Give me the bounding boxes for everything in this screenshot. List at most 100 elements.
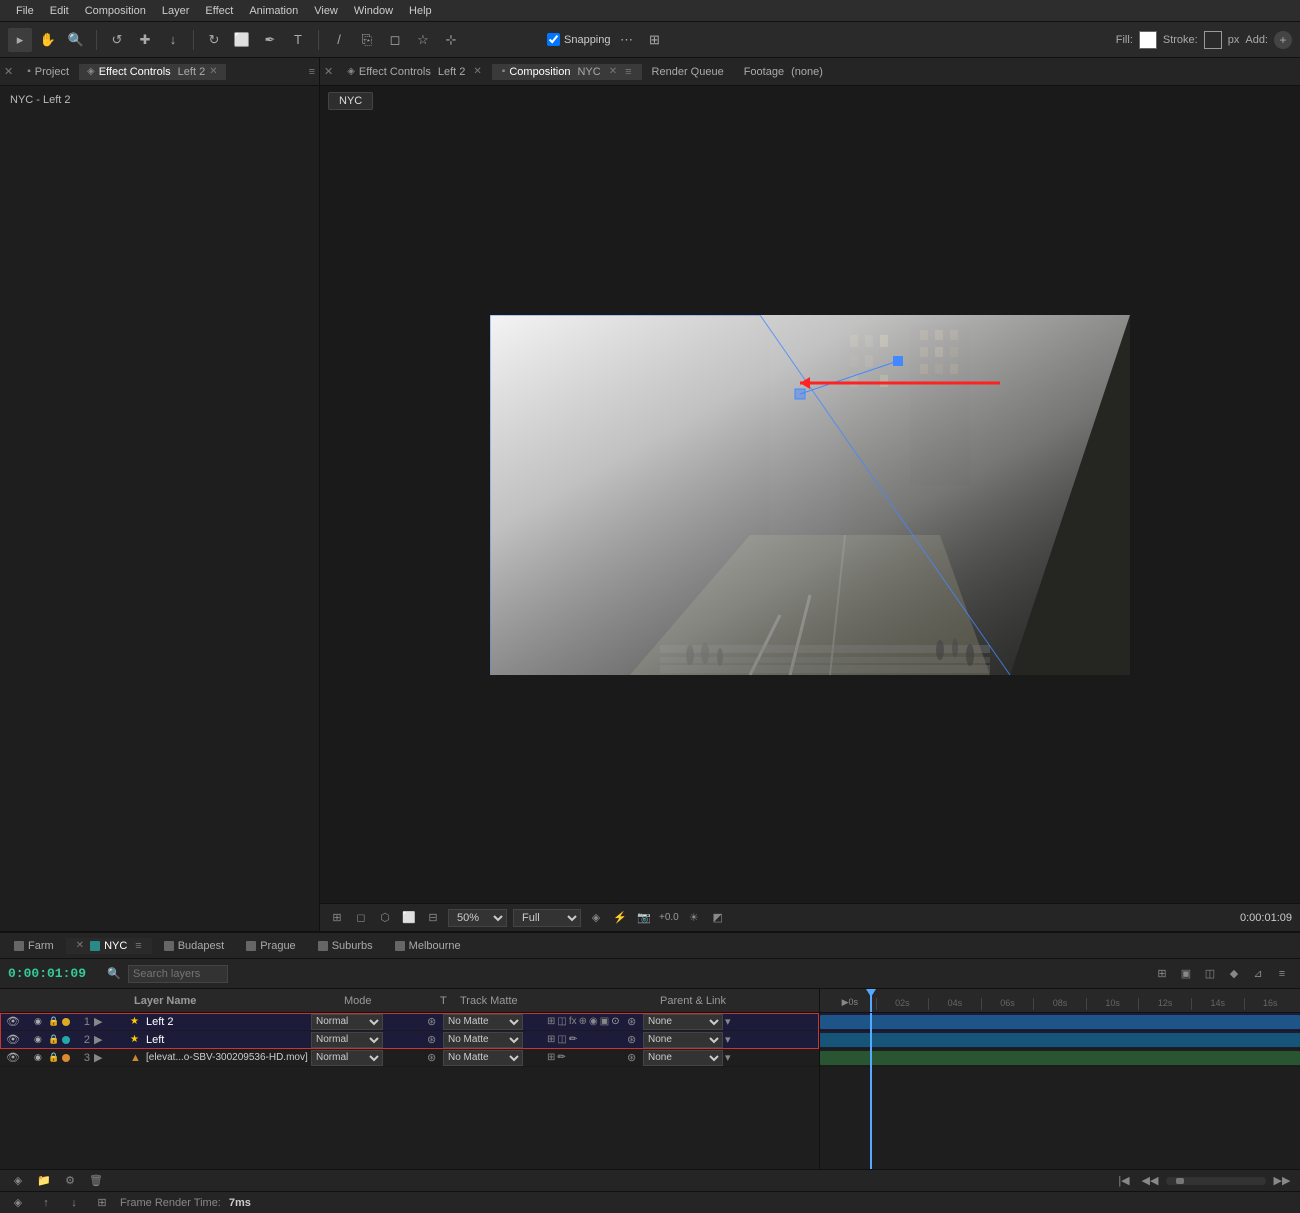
timeline-zoom-slider[interactable] (1166, 1177, 1266, 1185)
tab-melbourne[interactable]: Melbourne (385, 938, 471, 954)
layer-1-track-select[interactable]: No Matte (443, 1014, 523, 1030)
layer-row-2[interactable]: 👁 ◉ 🔒 2 ▶ ★ Left (0, 1031, 819, 1049)
comp-tab-close[interactable]: ✕ (609, 66, 617, 77)
layer-1-lock[interactable]: 🔒 (48, 1016, 62, 1027)
jump-next[interactable]: ▶▶ (1272, 1171, 1292, 1191)
layer-1-track-icon[interactable]: ⊛ (427, 1015, 441, 1028)
layer-3-track-select[interactable]: No Matte (443, 1050, 523, 1066)
pen-tool[interactable]: ✒ (258, 28, 282, 52)
text-tool[interactable]: T (286, 28, 310, 52)
layer-3-solo[interactable]: ◉ (34, 1052, 48, 1063)
search-icon[interactable]: 🔍 (104, 964, 124, 984)
zoom-select[interactable]: 50% 25% 100% (448, 909, 507, 927)
layer-1-adjust-icon[interactable]: ⊙ (611, 1016, 619, 1027)
panel-menu-icon[interactable]: ≡ (309, 66, 315, 78)
layer-2-solo[interactable]: ◉ (34, 1034, 48, 1045)
layer-row-1[interactable]: 👁 ◉ 🔒 1 ▶ ★ Left 2 (0, 1013, 819, 1031)
menu-animation[interactable]: Animation (241, 3, 306, 19)
menu-layer[interactable]: Layer (154, 3, 198, 19)
status-icon-4[interactable]: ⊞ (92, 1193, 112, 1213)
layer-3-parent-icon[interactable]: ⊛ (627, 1051, 641, 1064)
menu-effect[interactable]: Effect (197, 3, 241, 19)
track-row-2[interactable] (820, 1031, 1300, 1049)
guides-icon[interactable]: ⊟ (424, 909, 442, 927)
layer-2-star[interactable]: ★ (130, 1034, 144, 1045)
menu-view[interactable]: View (306, 3, 346, 19)
navigate-start[interactable]: |◀ (1114, 1171, 1134, 1191)
menu-help[interactable]: Help (401, 3, 440, 19)
fast-preview-icon[interactable]: ⚡ (611, 909, 629, 927)
nyc-tab-close[interactable]: ✕ (76, 940, 84, 951)
tab-render-queue[interactable]: Render Queue (642, 64, 734, 80)
tab-effect-controls[interactable]: ◈ Effect Controls Left 2 ✕ (337, 64, 492, 80)
roto-tool[interactable]: ⊹ (439, 28, 463, 52)
ec-tab-close[interactable]: ✕ (473, 66, 481, 77)
add-vertex-tool[interactable]: ✚ (133, 28, 157, 52)
layer-1-mode-select[interactable]: Normal (311, 1014, 383, 1030)
hand-tool[interactable]: ✋ (36, 28, 60, 52)
safe-frames-icon[interactable]: ⬜ (400, 909, 418, 927)
layer-1-sw2[interactable]: ◫ (557, 1016, 566, 1027)
layer-2-link-icon[interactable]: ▾ (725, 1033, 739, 1046)
rotate-cw-tool[interactable]: ↻ (202, 28, 226, 52)
layer-2-lock[interactable]: 🔒 (48, 1034, 62, 1045)
layer-3-parent-select[interactable]: None (643, 1050, 723, 1066)
layer-1-fx[interactable]: fx (569, 1016, 577, 1027)
status-icon-1[interactable]: ◈ (8, 1193, 28, 1213)
snapping-checkbox[interactable] (547, 33, 560, 46)
align-tool[interactable]: ⊞ (643, 28, 667, 52)
layer-1-visibility[interactable]: 👁 (4, 1015, 20, 1028)
preview-icon[interactable]: ◻ (352, 909, 370, 927)
eraser-tool[interactable]: ◻ (383, 28, 407, 52)
render-icon[interactable]: ▣ (1176, 964, 1196, 984)
layer-2-expand[interactable]: ▶ (94, 1033, 108, 1046)
orbit-tool[interactable]: ↓ (161, 28, 185, 52)
add-dropdown[interactable]: + (1274, 31, 1292, 49)
fill-color[interactable] (1139, 31, 1157, 49)
keyframe-icon[interactable]: ◆ (1224, 964, 1244, 984)
select-tool[interactable]: ▸ (8, 28, 32, 52)
menu-composition[interactable]: Composition (77, 3, 154, 19)
settings-icon[interactable]: ⚙ (60, 1171, 80, 1191)
region-icon[interactable]: ⬡ (376, 909, 394, 927)
menu-edit[interactable]: Edit (42, 3, 77, 19)
tab-suburbs[interactable]: Suburbs (308, 938, 383, 954)
track-row-3[interactable] (820, 1049, 1300, 1067)
layer-search-input[interactable] (128, 965, 228, 983)
jump-prev[interactable]: ◀◀ (1140, 1171, 1160, 1191)
motion-blur-icon[interactable]: ◫ (1200, 964, 1220, 984)
layer-2-mode-select[interactable]: Normal (311, 1032, 383, 1048)
comp-flow-icon[interactable]: ⊞ (1152, 964, 1172, 984)
puppet-tool[interactable]: ☆ (411, 28, 435, 52)
layer-2-label[interactable] (62, 1036, 70, 1044)
layer-1-sw4[interactable]: ◉ (589, 1016, 598, 1027)
layer-3-link-icon[interactable]: ▾ (725, 1051, 739, 1064)
comp-panel-close[interactable]: ✕ (324, 65, 333, 78)
layer-1-label[interactable] (62, 1018, 70, 1026)
brush-tool[interactable]: / (327, 28, 351, 52)
tab-budapest[interactable]: Budapest (154, 938, 234, 954)
timeline-ruler[interactable]: ▶0s 02s 04s 06s 08s 10s 12s 14s 16s (820, 989, 1300, 1013)
layer-2-visibility[interactable]: 👁 (4, 1033, 20, 1046)
trash-icon[interactable]: 🗑 (86, 1171, 106, 1191)
layer-3-pencil[interactable]: ✏ (557, 1052, 565, 1063)
tab-nyc-bottom[interactable]: ✕ NYC ≡ (66, 938, 152, 954)
new-folder-icon[interactable]: 📁 (34, 1171, 54, 1191)
layer-1-expand[interactable]: ▶ (94, 1015, 108, 1028)
menu-file[interactable]: File (8, 3, 42, 19)
layer-1-star[interactable]: ★ (130, 1016, 144, 1027)
layer-2-track-icon[interactable]: ⊛ (427, 1033, 441, 1046)
layer-2-pencil[interactable]: ✏ (569, 1034, 577, 1045)
track-row-1[interactable] (820, 1013, 1300, 1031)
grid-icon[interactable]: ⊞ (328, 909, 346, 927)
layer-3-expand[interactable]: ▶ (94, 1051, 108, 1064)
layer-2-track-select[interactable]: No Matte (443, 1032, 523, 1048)
layer-1-parent-select[interactable]: None (643, 1014, 723, 1030)
clone-tool[interactable]: ⎘ (355, 28, 379, 52)
tab-footage[interactable]: Footage (none) (734, 64, 833, 80)
layer-row-3[interactable]: 👁 ◉ 🔒 3 ▶ ▲ [elevat...o-SBV-300209536-HD… (0, 1049, 819, 1067)
layer-3-label[interactable] (62, 1054, 70, 1062)
status-icon-3[interactable]: ↓ (64, 1193, 84, 1213)
layer-3-mode-select[interactable]: Normal (311, 1050, 383, 1066)
menu-window[interactable]: Window (346, 3, 401, 19)
